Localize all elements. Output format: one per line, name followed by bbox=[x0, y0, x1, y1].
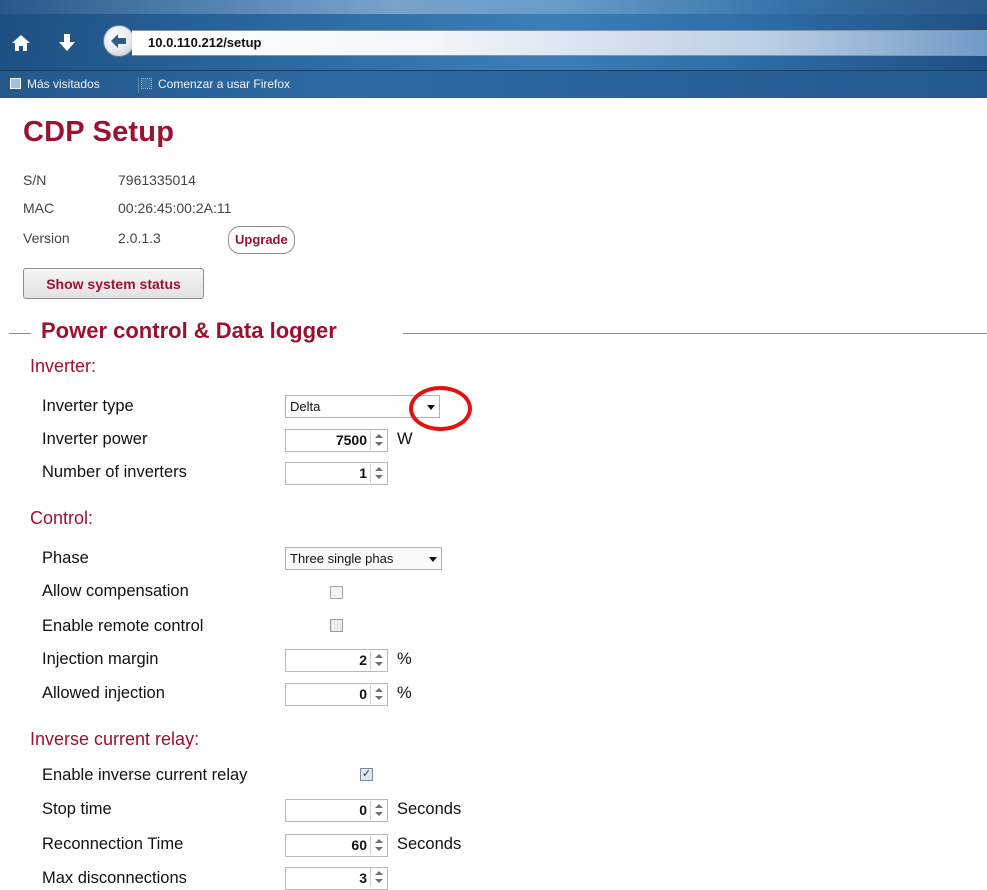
enable-inverse-current-relay-checkbox[interactable]: ✓ bbox=[360, 768, 373, 781]
reconnection-time-unit: Seconds bbox=[397, 835, 462, 853]
inverter-power-unit: W bbox=[397, 430, 413, 448]
inverter-type-value: Delta bbox=[290, 399, 321, 414]
bookmarks-toolbar: Más visitados Comenzar a usar Firefox bbox=[0, 70, 987, 98]
fieldset-border-left bbox=[9, 333, 31, 334]
max-disconnections-spinner-icon[interactable] bbox=[370, 868, 386, 887]
max-disconnections-label: Max disconnections bbox=[42, 869, 187, 887]
section-title: Power control & Data logger bbox=[41, 318, 337, 343]
checkmark-icon: ✓ bbox=[361, 768, 372, 780]
enable-remote-control-label: Enable remote control bbox=[42, 617, 204, 635]
allow-compensation-label: Allow compensation bbox=[42, 582, 189, 600]
injection-margin-spinner-icon[interactable] bbox=[370, 651, 386, 670]
bookmark-most-visited[interactable]: Más visitados bbox=[10, 71, 100, 98]
show-system-status-button[interactable]: Show system status bbox=[23, 268, 204, 299]
inverse-current-relay-heading: Inverse current relay: bbox=[30, 729, 200, 749]
mac-address-value: 00:26:45:00:2A:11 bbox=[118, 200, 232, 216]
number-of-inverters-label: Number of inverters bbox=[42, 463, 187, 481]
reconnection-time-label: Reconnection Time bbox=[42, 835, 184, 853]
bookmark-label: Comenzar a usar Firefox bbox=[158, 77, 291, 91]
bookmark-getting-started[interactable]: Comenzar a usar Firefox bbox=[141, 71, 290, 98]
phase-label: Phase bbox=[42, 549, 89, 567]
home-icon[interactable] bbox=[8, 30, 34, 56]
inverter-power-label: Inverter power bbox=[42, 430, 148, 448]
inverter-power-spinner-icon[interactable] bbox=[370, 431, 386, 450]
page-title: CDP Setup bbox=[23, 116, 175, 148]
back-arrow-icon[interactable] bbox=[103, 25, 135, 57]
fieldset-border-right bbox=[403, 333, 987, 334]
allow-compensation-checkbox[interactable] bbox=[330, 586, 343, 599]
enable-remote-control-checkbox[interactable] bbox=[330, 619, 343, 632]
phase-select[interactable]: Three single phas bbox=[285, 547, 442, 570]
reconnection-time-spinner-icon[interactable] bbox=[370, 836, 386, 855]
dropdown-arrow-icon[interactable] bbox=[429, 557, 437, 562]
bookmark-folder-icon bbox=[141, 78, 152, 89]
mac-address-label: MAC bbox=[23, 200, 55, 216]
bookmark-label: Más visitados bbox=[27, 77, 100, 91]
browser-toolbar: 10.0.110.212/setup bbox=[0, 0, 987, 70]
bookmark-page-icon bbox=[10, 78, 21, 89]
allowed-injection-spinner-icon[interactable] bbox=[370, 685, 386, 704]
inverter-type-select[interactable]: Delta bbox=[285, 395, 440, 418]
version-label: Version bbox=[23, 230, 70, 246]
enable-inverse-current-relay-label: Enable inverse current relay bbox=[42, 766, 248, 784]
number-of-inverters-spinner-icon[interactable] bbox=[370, 464, 386, 483]
injection-margin-unit: % bbox=[397, 650, 412, 668]
phase-value: Three single phas bbox=[290, 551, 394, 566]
stop-time-label: Stop time bbox=[42, 800, 112, 818]
inverter-type-label: Inverter type bbox=[42, 397, 134, 415]
serial-number-label: S/N bbox=[23, 172, 47, 188]
allowed-injection-label: Allowed injection bbox=[42, 684, 165, 702]
download-arrow-icon[interactable] bbox=[54, 30, 80, 56]
stop-time-unit: Seconds bbox=[397, 800, 462, 818]
url-bar[interactable]: 10.0.110.212/setup bbox=[132, 30, 987, 56]
inverter-heading: Inverter: bbox=[30, 356, 97, 376]
version-value: 2.0.1.3 bbox=[118, 230, 161, 246]
injection-margin-label: Injection margin bbox=[42, 650, 159, 668]
allowed-injection-unit: % bbox=[397, 684, 412, 702]
upgrade-button[interactable]: Upgrade bbox=[228, 226, 295, 254]
control-heading: Control: bbox=[30, 508, 94, 528]
stop-time-spinner-icon[interactable] bbox=[370, 801, 386, 820]
dropdown-arrow-icon[interactable] bbox=[427, 405, 435, 410]
bookmark-divider bbox=[138, 77, 139, 93]
serial-number-value: 7961335014 bbox=[118, 172, 196, 188]
